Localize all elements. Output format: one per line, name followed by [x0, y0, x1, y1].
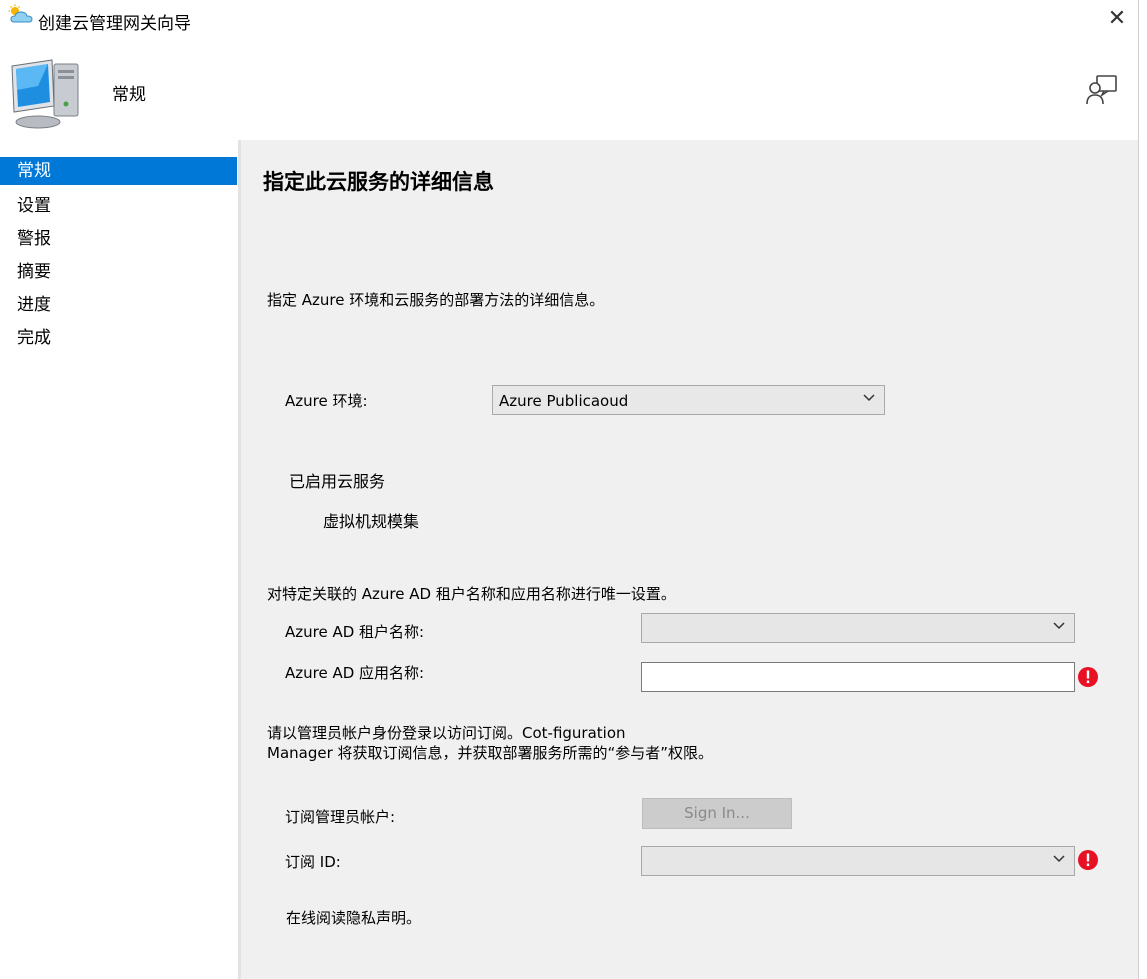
- wizard-header: [0, 40, 1147, 140]
- sidebar-item-settings[interactable]: 设置: [0, 192, 237, 220]
- window-edge: [1138, 0, 1147, 979]
- enabled-services-label: 已启用云服务: [289, 472, 386, 491]
- subscription-id-label: 订阅 ID:: [285, 853, 341, 871]
- azure-env-label: Azure 环境:: [285, 392, 368, 410]
- cloud-app-icon: [8, 4, 33, 23]
- tenant-name-select[interactable]: [641, 613, 1075, 643]
- unique-setting-text: 对特定关联的 Azure AD 租户名称和应用名称进行唯一设置。: [267, 585, 676, 603]
- subscription-id-select[interactable]: [641, 846, 1075, 876]
- sidebar-item-summary[interactable]: 摘要: [0, 258, 237, 286]
- app-name-label: Azure AD 应用名称:: [285, 664, 425, 682]
- app-name-field[interactable]: [641, 662, 1075, 692]
- intro-text: 指定 Azure 环境和云服务的部署方法的详细信息。: [267, 291, 605, 309]
- sub-admin-label: 订阅管理员帐户:: [285, 808, 396, 826]
- signin-text-line2: Manager 将获取订阅信息，并获取部署服务所需的“参与者”权限。: [267, 744, 714, 762]
- computer-icon: [11, 59, 79, 129]
- wizard-sidebar: 常规 设置 警报 摘要 进度 完成: [0, 140, 238, 979]
- page-title: 常规: [112, 85, 146, 105]
- sidebar-item-progress[interactable]: 进度: [0, 291, 237, 319]
- window-title: 创建云管理网关向导: [38, 14, 191, 34]
- chevron-down-icon: [1053, 855, 1065, 863]
- chevron-down-icon: [863, 394, 875, 402]
- sidebar-item-alerts[interactable]: 警报: [0, 225, 237, 253]
- sidebar-item-general[interactable]: 常规: [0, 157, 237, 185]
- azure-env-value: Azure Publicaoud: [499, 392, 629, 410]
- sign-in-button[interactable]: Sign In...: [642, 798, 792, 829]
- sidebar-item-completion[interactable]: 完成: [0, 324, 237, 352]
- vm-scale-set-label: 虚拟机规模集: [323, 512, 420, 531]
- close-icon[interactable]: ✕: [1104, 6, 1130, 32]
- error-icon: [1078, 667, 1098, 687]
- azure-env-select[interactable]: Azure Publicaoud: [492, 385, 885, 415]
- privacy-link[interactable]: 在线阅读隐私声明。: [286, 907, 421, 928]
- tenant-name-label: Azure AD 租户名称:: [285, 623, 425, 641]
- chevron-down-icon: [1053, 622, 1065, 630]
- help-icon[interactable]: [1084, 72, 1120, 108]
- signin-text-line1: 请以管理员帐户身份登录以访问订阅。Cot-figuration: [267, 724, 626, 742]
- section-heading: 指定此云服务的详细信息: [263, 170, 494, 194]
- error-icon: [1078, 850, 1098, 870]
